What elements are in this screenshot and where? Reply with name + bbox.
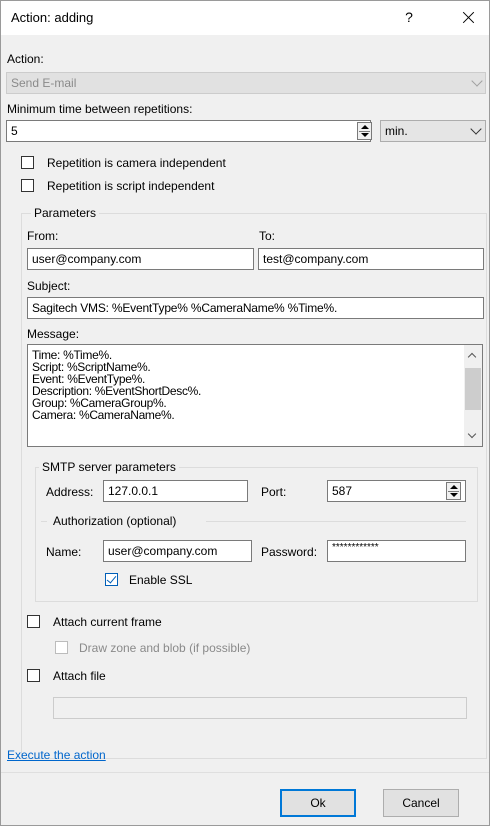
attach-frame-label: Attach current frame	[53, 615, 162, 629]
action-dialog: Action: adding ? Action: Send E-mail Min…	[0, 0, 490, 826]
to-value: test@company.com	[263, 252, 369, 266]
repetition-stepper[interactable]	[357, 122, 372, 140]
draw-zone-label: Draw zone and blob (if possible)	[79, 641, 251, 655]
camera-independent-checkbox[interactable]	[21, 156, 34, 169]
action-select-value: Send E-mail	[11, 76, 77, 90]
action-select[interactable]: Send E-mail	[6, 72, 486, 94]
close-button[interactable]	[459, 5, 479, 29]
ssl-checkbox[interactable]	[105, 573, 118, 586]
message-lines: Time: %Time%. Script: %ScriptName%. Even…	[32, 349, 201, 421]
unit-select-value: min.	[385, 124, 408, 138]
subject-label: Subject:	[27, 279, 71, 293]
to-input[interactable]: test@company.com	[258, 248, 484, 270]
port-value: 587	[332, 484, 353, 498]
draw-zone-checkbox[interactable]	[55, 641, 68, 654]
password-value: ************	[332, 542, 379, 553]
scroll-up-icon[interactable]	[467, 352, 477, 362]
from-value: user@company.com	[32, 252, 142, 266]
smtp-group-title: SMTP server parameters	[39, 460, 179, 474]
address-label: Address:	[46, 485, 94, 499]
attach-file-label: Attach file	[53, 669, 106, 683]
name-label: Name:	[46, 545, 82, 559]
message-scrollbar[interactable]	[464, 345, 482, 446]
script-independent-checkbox[interactable]	[21, 179, 34, 192]
ssl-label: Enable SSL	[129, 573, 193, 587]
parameters-group-title: Parameters	[31, 206, 100, 220]
repetition-value: 5	[11, 124, 18, 138]
ok-button[interactable]: Ok	[280, 789, 356, 817]
address-input[interactable]: 127.0.0.1	[103, 480, 248, 502]
port-label: Port:	[261, 485, 287, 499]
address-value: 127.0.0.1	[108, 484, 159, 498]
stepper-divider	[359, 131, 370, 132]
cancel-button[interactable]: Cancel	[383, 789, 459, 817]
attach-file-checkbox[interactable]	[27, 669, 40, 682]
stepper-down-icon	[450, 493, 458, 497]
subject-input[interactable]: Sagitech VMS: %EventType% %CameraName% %…	[27, 297, 484, 319]
attach-frame-checkbox[interactable]	[27, 615, 40, 628]
message-label: Message:	[27, 327, 80, 341]
auth-title: Authorization (optional)	[53, 514, 177, 528]
auth-divider-left	[41, 521, 47, 522]
footer-divider	[1, 772, 489, 773]
password-input[interactable]: ************	[327, 540, 466, 562]
help-button[interactable]: ?	[402, 9, 416, 25]
chevron-down-icon	[471, 75, 483, 87]
stepper-up-icon	[361, 125, 369, 129]
attach-file-input[interactable]	[53, 697, 467, 719]
subject-value: Sagitech VMS: %EventType% %CameraName% %…	[32, 301, 338, 315]
camera-independent-label: Repetition is camera independent	[47, 156, 226, 170]
dialog-title: Action: adding	[11, 10, 94, 25]
stepper-up-icon	[450, 485, 458, 489]
chevron-down-icon	[470, 123, 482, 135]
repetition-label: Minimum time between repetitions:	[7, 102, 193, 116]
action-label: Action:	[7, 52, 44, 66]
password-label: Password:	[261, 545, 318, 559]
execute-action-link[interactable]: Execute the action	[7, 748, 106, 762]
port-stepper[interactable]	[446, 482, 461, 500]
script-independent-label: Repetition is script independent	[47, 179, 215, 193]
repetition-input[interactable]: 5	[6, 120, 371, 142]
auth-divider-right	[206, 521, 466, 522]
to-label: To:	[259, 229, 276, 243]
name-input[interactable]: user@company.com	[103, 540, 252, 562]
from-label: From:	[27, 229, 59, 243]
stepper-divider	[448, 491, 459, 492]
unit-select[interactable]: min.	[380, 120, 486, 142]
scroll-down-icon[interactable]	[467, 429, 477, 439]
title-bar: Action: adding ?	[1, 1, 489, 35]
name-value: user@company.com	[108, 544, 218, 558]
from-input[interactable]: user@company.com	[27, 248, 254, 270]
stepper-down-icon	[361, 133, 369, 137]
message-textarea[interactable]: Time: %Time%. Script: %ScriptName%. Even…	[27, 344, 483, 447]
message-line: Camera: %CameraName%.	[32, 408, 175, 422]
scroll-thumb[interactable]	[465, 368, 481, 410]
